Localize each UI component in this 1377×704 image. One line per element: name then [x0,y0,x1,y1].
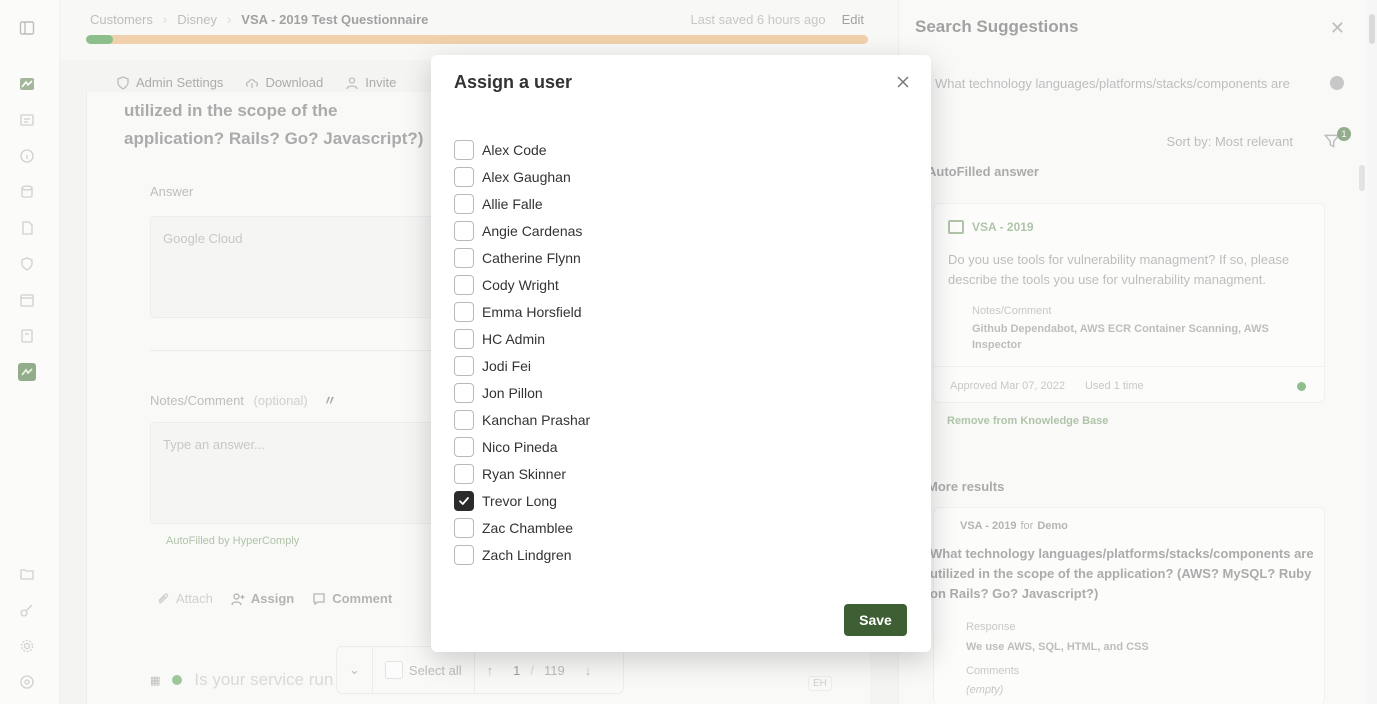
user-option[interactable]: Alex Gaughan [454,163,754,190]
user-option[interactable]: Allie Falle [454,190,754,217]
user-option[interactable]: HC Admin [454,325,754,352]
user-option[interactable]: Trevor Long [454,487,754,514]
user-option[interactable]: Angie Cardenas [454,217,754,244]
user-name: Zac Chamblee [482,519,574,536]
user-name: Angie Cardenas [482,222,583,239]
user-name: Cody Wright [482,276,559,293]
checkmark-icon [459,496,469,505]
checkbox[interactable] [454,274,474,295]
user-option[interactable]: Catherine Flynn [454,244,754,271]
user-option[interactable]: Ryan Skinner [454,460,754,487]
user-name: Allie Falle [482,195,543,212]
assign-user-dialog: Assign a user Alex Code Alex Gaughan Allie… [431,55,931,652]
checkbox[interactable] [454,544,474,565]
user-name: Trevor Long [482,492,557,509]
checkbox[interactable] [454,355,474,376]
user-name: Zach Lindgren [482,546,572,563]
close-icon[interactable] [893,72,913,92]
checkbox[interactable] [454,301,474,322]
user-name: Catherine Flynn [482,249,581,266]
user-name: Jon Pillon [482,384,543,401]
user-option[interactable]: Jon Pillon [454,379,754,406]
save-button[interactable]: Save [844,604,907,636]
user-option[interactable]: Cody Wright [454,271,754,298]
user-option[interactable]: Nico Pineda [454,433,754,460]
user-list: Alex Code Alex Gaughan Allie Falle Angie Ca… [454,136,754,568]
user-option[interactable]: Jodi Fei [454,352,754,379]
user-name: HC Admin [482,330,546,347]
user-name: Emma Horsfield [482,303,582,320]
user-name: Alex Code [482,141,547,158]
user-name: Ryan Skinner [482,465,567,482]
dialog-title: Assign a user [454,72,573,92]
checkbox[interactable] [454,247,474,268]
user-option[interactable]: Kanchan Prashar [454,406,754,433]
checkbox[interactable] [454,382,474,403]
user-name: Alex Gaughan [482,168,571,185]
checkbox[interactable] [454,463,474,484]
user-name: Jodi Fei [482,357,532,374]
checkbox[interactable] [454,139,474,160]
user-option[interactable]: Emma Horsfield [454,298,754,325]
checkbox[interactable] [454,328,474,349]
checkbox[interactable] [454,220,474,241]
checkbox[interactable] [454,409,474,430]
checkbox[interactable] [454,166,474,187]
user-name: Kanchan Prashar [482,411,591,428]
checkbox-checked[interactable] [454,490,474,511]
user-option[interactable]: Alex Code [454,136,754,163]
user-name: Nico Pineda [482,438,558,455]
checkbox[interactable] [454,193,474,214]
checkbox[interactable] [454,436,474,457]
checkbox[interactable] [454,517,474,538]
user-option[interactable]: Zach Lindgren [454,541,754,568]
user-option[interactable]: Zac Chamblee [454,514,754,541]
